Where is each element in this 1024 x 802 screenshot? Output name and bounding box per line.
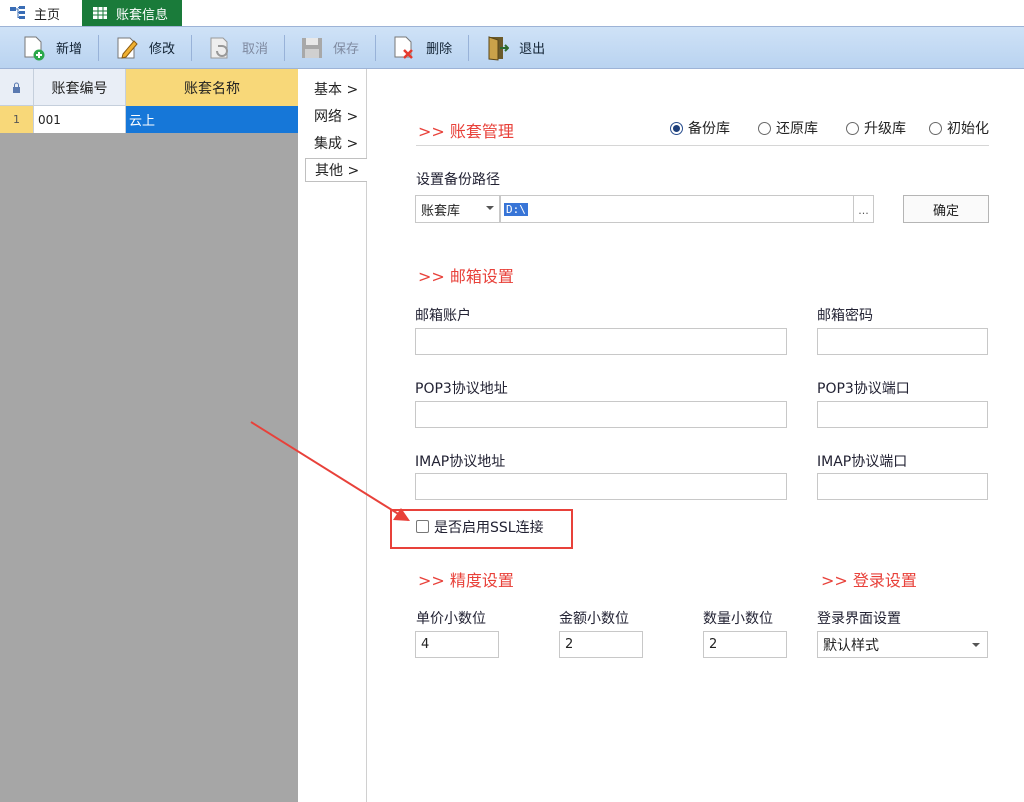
browse-button[interactable]: ... [853, 196, 873, 222]
imap-port-label: IMAP协议端口 [817, 454, 908, 470]
column-header-name[interactable]: 账套名称 [126, 69, 298, 106]
delete-label: 删除 [426, 42, 453, 57]
mail-account-input[interactable] [415, 328, 787, 355]
chevron-down-icon [972, 643, 980, 647]
radio-upgrade-label: 升级库 [864, 121, 906, 137]
edit-label: 修改 [149, 42, 176, 57]
table-icon [93, 7, 107, 19]
exit-button[interactable]: 退出 [477, 32, 553, 64]
exit-door-icon [488, 35, 510, 61]
grid-header: 账套编号 账套名称 [0, 69, 298, 106]
row-index: 1 [0, 106, 34, 133]
pop3-port-input[interactable] [817, 401, 988, 428]
section-title-mail: >> 邮箱设置 [418, 267, 514, 286]
table-row[interactable]: 1 001 云上 [0, 106, 298, 133]
radio-dot [929, 121, 942, 135]
toolbar-separator [375, 34, 377, 61]
radio-backup[interactable]: 备份库 [670, 118, 730, 138]
add-button[interactable]: 新增 [14, 32, 90, 64]
home-tree-icon [10, 6, 25, 19]
amount-decimals-value: 2 [565, 637, 574, 652]
section-divider [416, 145, 989, 146]
nav-item-network[interactable]: 网络 > [305, 104, 367, 128]
database-select-value: 账套库 [421, 203, 461, 219]
save-button[interactable]: 保存 [293, 32, 367, 64]
edit-button[interactable]: 修改 [107, 32, 183, 64]
chevron-down-icon [486, 206, 494, 210]
amount-decimals-input[interactable]: 2 [559, 631, 643, 658]
toolbar-separator [284, 34, 286, 61]
tab-home-label: 主页 [34, 7, 61, 23]
tab-account-info[interactable]: 账套信息 [82, 0, 182, 26]
radio-initialize-label: 初始化 [947, 121, 989, 137]
section-title-login: >> 登录设置 [821, 571, 917, 590]
row-code-cell[interactable]: 001 [34, 106, 126, 133]
radio-restore[interactable]: 还原库 [758, 118, 818, 138]
database-select[interactable]: 账套库 [415, 195, 500, 223]
radio-initialize[interactable]: 初始化 [929, 118, 989, 138]
lock-icon [13, 82, 20, 93]
radio-dot [758, 121, 771, 135]
delete-icon [394, 36, 413, 59]
radio-dot [670, 121, 683, 135]
settings-category-nav: 基本 > 网络 > 集成 > 其他 > [299, 69, 367, 802]
toolbar-separator [98, 34, 100, 61]
floppy-disk-icon [302, 37, 323, 58]
add-label: 新增 [56, 42, 83, 57]
delete-button[interactable]: 删除 [384, 32, 460, 64]
mail-password-input[interactable] [817, 328, 988, 355]
quantity-decimals-value: 2 [709, 637, 718, 652]
radio-dot [846, 121, 859, 135]
login-style-select[interactable]: 默认样式 [817, 631, 988, 658]
radio-backup-label: 备份库 [688, 121, 730, 137]
imap-port-input[interactable] [817, 473, 988, 500]
pop3-address-label: POP3协议地址 [415, 381, 508, 397]
section-title-backup: >> 账套管理 [418, 122, 514, 141]
tab-bar: 主页 账套信息 [0, 0, 1024, 27]
unit-price-decimals-label: 单价小数位 [416, 611, 486, 627]
save-label: 保存 [333, 42, 360, 57]
radio-restore-label: 还原库 [776, 121, 818, 137]
edit-pencil-icon [117, 37, 138, 59]
toolbar-separator [191, 34, 193, 61]
unit-price-decimals-input[interactable]: 4 [415, 631, 499, 658]
row-name-cell[interactable]: 云上 [126, 106, 298, 133]
nav-item-other[interactable]: 其他 > [305, 158, 367, 182]
nav-item-integration[interactable]: 集成 > [305, 131, 367, 155]
confirm-button[interactable]: 确定 [903, 195, 989, 223]
toolbar: 新增 修改 取消 保存 删除 退出 [0, 27, 1024, 69]
mail-password-label: 邮箱密码 [817, 308, 873, 324]
tab-home[interactable]: 主页 [0, 0, 78, 26]
lock-column-header[interactable] [0, 69, 34, 106]
account-grid-panel: 账套编号 账套名称 1 001 云上 [0, 69, 298, 802]
ssl-checkbox-label[interactable]: 是否启用SSL连接 [434, 517, 544, 537]
new-document-icon [24, 36, 45, 60]
imap-address-input[interactable] [415, 473, 787, 500]
cancel-label: 取消 [242, 42, 269, 57]
nav-item-basic[interactable]: 基本 > [305, 77, 367, 101]
column-header-code[interactable]: 账套编号 [34, 69, 126, 106]
pop3-address-input[interactable] [415, 401, 787, 428]
section-title-precision: >> 精度设置 [418, 571, 514, 590]
cancel-button[interactable]: 取消 [200, 32, 276, 64]
undo-icon [210, 37, 228, 58]
amount-decimals-label: 金额小数位 [559, 611, 629, 627]
imap-address-label: IMAP协议地址 [415, 454, 506, 470]
exit-label: 退出 [519, 42, 546, 57]
ssl-checkbox[interactable] [416, 520, 429, 533]
backup-path-input[interactable]: D:\ ... [500, 195, 874, 223]
radio-upgrade[interactable]: 升级库 [846, 118, 906, 138]
login-style-value: 默认样式 [823, 637, 879, 654]
quantity-decimals-input[interactable]: 2 [703, 631, 787, 658]
pop3-port-label: POP3协议端口 [817, 381, 910, 397]
login-style-label: 登录界面设置 [817, 611, 901, 627]
quantity-decimals-label: 数量小数位 [703, 611, 773, 627]
mail-account-label: 邮箱账户 [415, 308, 471, 324]
unit-price-decimals-value: 4 [421, 637, 430, 652]
tab-account-info-label: 账套信息 [116, 7, 169, 23]
backup-path-value: D:\ [504, 202, 528, 216]
toolbar-separator [468, 34, 470, 61]
backup-path-label: 设置备份路径 [416, 172, 500, 188]
